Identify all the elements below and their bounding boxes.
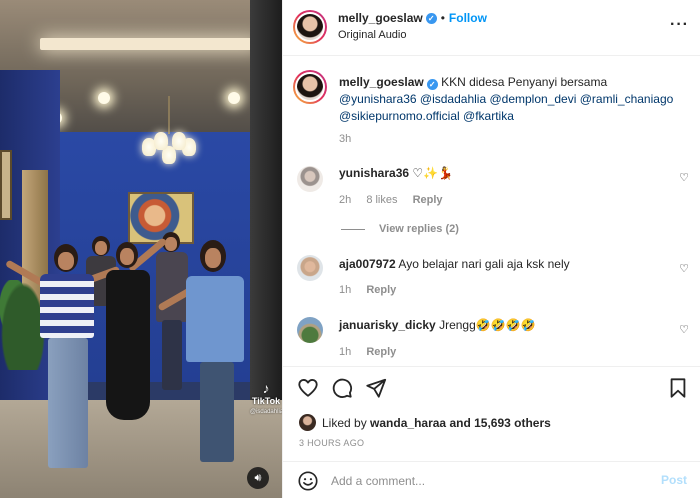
comment-username[interactable]: aja007972 (339, 257, 396, 271)
post-timestamp[interactable]: 3 HOURS AGO (299, 438, 364, 448)
liked-by: Liked by wanda_haraa and 15,693 others (299, 414, 551, 431)
comment-text: januarisky_dicky Jrengg🤣🤣🤣🤣 (339, 317, 669, 334)
mention-link[interactable]: @sikiepurnomo.official (339, 109, 460, 123)
verified-icon: ✓ (425, 12, 437, 24)
comment-meta: 1h Reply (339, 346, 408, 358)
view-replies-button[interactable]: View replies (2) (341, 223, 459, 235)
more-options-icon[interactable]: ··· (670, 16, 689, 34)
tiktok-icon: ♪ (262, 380, 270, 396)
mention-link[interactable]: @fkartika (463, 109, 514, 123)
heart-icon[interactable] (297, 377, 319, 399)
view-replies-label: View replies (2) (379, 223, 459, 235)
post-comment-button[interactable]: Post (661, 473, 687, 487)
mention-link[interactable]: @yunishara36 (339, 92, 417, 106)
caption-text: melly_goeslaw ✓ KKN didesa Penyanyi bersa… (339, 74, 684, 125)
comment-text: aja007972 Ayo belajar nari gali aja ksk … (339, 256, 669, 273)
post-panel: melly_goeslaw ✓ • Follow Original Audio … (282, 0, 700, 498)
comment-body: Ayo belajar nari gali aja ksk nely (398, 257, 570, 271)
comment-username[interactable]: yunishara36 (339, 166, 409, 180)
comment-input[interactable] (331, 471, 641, 491)
liked-by-user[interactable]: wanda_haraa (370, 416, 446, 430)
comment-text: yunishara36 ♡✨💃 (339, 165, 669, 182)
author-avatar[interactable] (293, 10, 327, 44)
comment-icon[interactable] (331, 377, 353, 399)
caption-body: KKN didesa Penyanyi bersama (441, 75, 608, 89)
emoji-icon[interactable] (297, 470, 319, 492)
comment-username[interactable]: januarisky_dicky (339, 318, 436, 332)
comments-section: melly_goeslaw ✓ KKN didesa Penyanyi bersa… (283, 57, 700, 365)
comment-time[interactable]: 2h (339, 194, 351, 206)
comment-likes[interactable]: 8 likes (366, 194, 397, 206)
comment-like-icon[interactable]: ♡ (679, 323, 689, 336)
comment-time[interactable]: 1h (339, 346, 351, 358)
liked-by-prefix: Liked by (322, 415, 367, 430)
comment-avatar[interactable] (297, 255, 323, 281)
comment-avatar[interactable] (297, 166, 323, 192)
post-header: melly_goeslaw ✓ • Follow Original Audio … (283, 0, 700, 56)
speaker-icon: 🔊︎ (254, 472, 262, 484)
comment-like-icon[interactable]: ♡ (679, 171, 689, 184)
tiktok-handle: @isdadahlia (250, 409, 282, 415)
mention-link[interactable]: @isdadahlia (420, 92, 486, 106)
comment-meta: 2h 8 likes Reply (339, 194, 455, 206)
comment-body: Jrengg🤣🤣🤣🤣 (439, 318, 536, 332)
video-chandelier (140, 96, 200, 172)
video-painting (128, 192, 194, 244)
mention-link[interactable]: @ramli_chaniago (580, 92, 674, 106)
mute-toggle-button[interactable]: 🔊︎ (247, 467, 269, 489)
original-audio-link[interactable]: Original Audio (338, 29, 407, 41)
verified-icon: ✓ (426, 79, 438, 90)
add-comment-bar: Post (283, 461, 700, 499)
comment-time[interactable]: 1h (339, 284, 351, 296)
caption-time[interactable]: 3h (339, 133, 351, 145)
reply-button[interactable]: Reply (366, 346, 396, 358)
reply-button[interactable]: Reply (413, 194, 443, 206)
separator-dot: • (440, 11, 445, 25)
liked-by-avatar[interactable] (299, 414, 316, 431)
video-player[interactable]: ♪ TikTok @isdadahlia 🔊︎ (0, 0, 282, 498)
caption-meta: 3h (339, 133, 363, 145)
video-picture-frame (0, 150, 12, 220)
mention-link[interactable]: @demplon_devi (489, 92, 576, 106)
reply-button[interactable]: Reply (366, 284, 396, 296)
share-icon[interactable] (365, 377, 387, 399)
follow-button[interactable]: Follow (449, 11, 487, 25)
author-username[interactable]: melly_goeslaw (338, 11, 423, 25)
header-user-row: melly_goeslaw ✓ • Follow (338, 11, 487, 25)
comment-avatar[interactable] (297, 317, 323, 343)
caption-username[interactable]: melly_goeslaw (339, 75, 424, 89)
liked-by-others[interactable]: and 15,693 others (449, 416, 550, 430)
comment-body: ♡✨💃 (412, 166, 454, 180)
bookmark-icon[interactable] (667, 377, 689, 399)
caption-avatar[interactable] (293, 70, 327, 104)
post-actions: Liked by wanda_haraa and 15,693 others 3… (283, 366, 700, 498)
divider-line (341, 228, 365, 230)
tiktok-watermark: ♪ TikTok @isdadahlia (250, 380, 282, 415)
comment-meta: 1h Reply (339, 284, 408, 296)
tiktok-label: TikTok (251, 396, 281, 406)
comment-like-icon[interactable]: ♡ (679, 262, 689, 275)
